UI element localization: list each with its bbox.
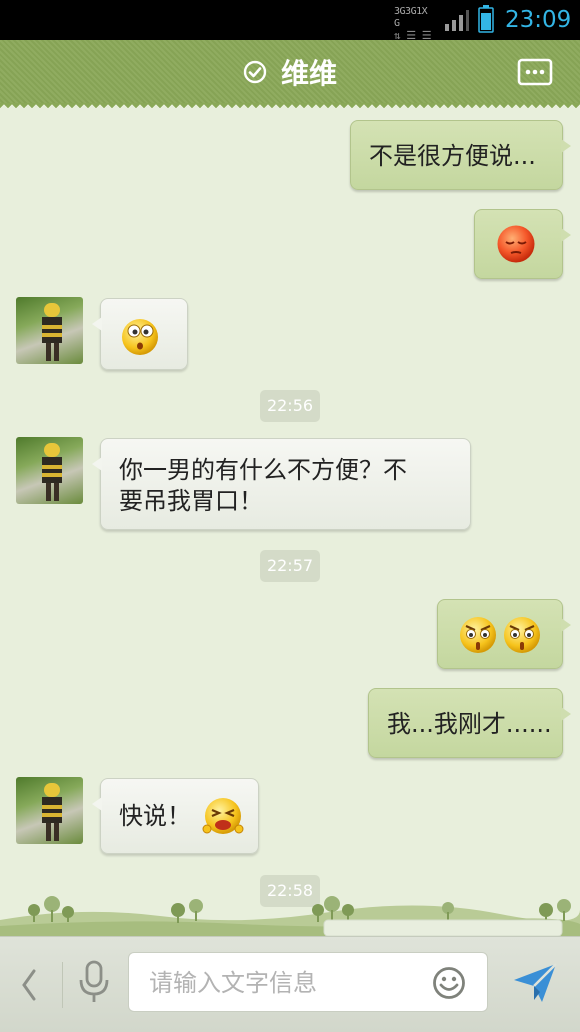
network-label-3g-2: 3G [405,6,417,17]
avatar-photo [42,443,62,501]
timestamp: 22:57 [260,550,320,582]
status-bar: 3G3G1X G ⇅ ☰ ☰ 23:09 [0,0,580,42]
message-list[interactable]: 不是很方便说... 22:56 你一男的有什么不方便？不 要吊我胃口！ 22:5… [0,111,580,936]
message-text: 不是很方便说... [369,142,536,170]
clock: 23:09 [505,7,572,33]
message-text: 快说！ [119,802,191,830]
battery-icon [478,5,494,33]
header-edge-decoration [0,103,580,111]
message-text-line-2: 要吊我胃口！ [119,487,263,515]
network-label-3g-1: 3G [394,6,406,17]
message-text: 我...我刚才...... [387,710,552,738]
angry-face-emoji-icon [460,617,496,653]
angry-face-emoji-icon [504,617,540,653]
microphone-icon[interactable] [78,960,110,1004]
network-label-g: G [394,18,400,29]
incoming-message-bubble[interactable] [92,298,188,370]
outgoing-message-bubble[interactable] [474,209,571,279]
chevron-left-icon[interactable] [18,965,40,1005]
outgoing-message-bubble[interactable]: 我...我刚才...... [368,688,571,758]
contact-avatar[interactable] [16,297,83,364]
input-bar-divider [62,962,63,1008]
check-circle-icon [243,60,267,84]
avatar-photo [42,303,62,361]
signal-strength-icon [445,10,469,31]
smiley-icon[interactable] [432,966,466,1000]
incoming-message-bubble[interactable]: 你一男的有什么不方便？不 要吊我胃口！ [92,438,471,530]
surprised-face-emoji-icon [122,319,158,355]
network-label-1x: 1X [416,6,428,17]
message-input[interactable] [147,965,411,1001]
incoming-message-bubble[interactable]: 快说！ [92,778,259,854]
outgoing-message-bubble[interactable]: 不是很方便说... [350,120,571,190]
pleading-face-emoji-icon [202,798,244,834]
background-landscape-decoration [0,896,580,936]
contact-avatar[interactable] [16,437,83,504]
contact-avatar[interactable] [16,777,83,844]
network-indicator: 3G3G1X G ⇅ ☰ ☰ [394,6,432,42]
timestamp: 22:56 [260,390,320,422]
send-icon[interactable] [512,960,558,1004]
contact-name-title: 维维 [280,57,337,90]
sad-face-emoji-icon [497,225,535,263]
avatar-photo [42,783,62,841]
message-text-line-1: 你一男的有什么不方便？不 [119,456,407,484]
header-title-group: 维维 [0,40,580,104]
more-dots-icon[interactable] [517,58,553,88]
outgoing-message-bubble[interactable] [437,599,571,669]
